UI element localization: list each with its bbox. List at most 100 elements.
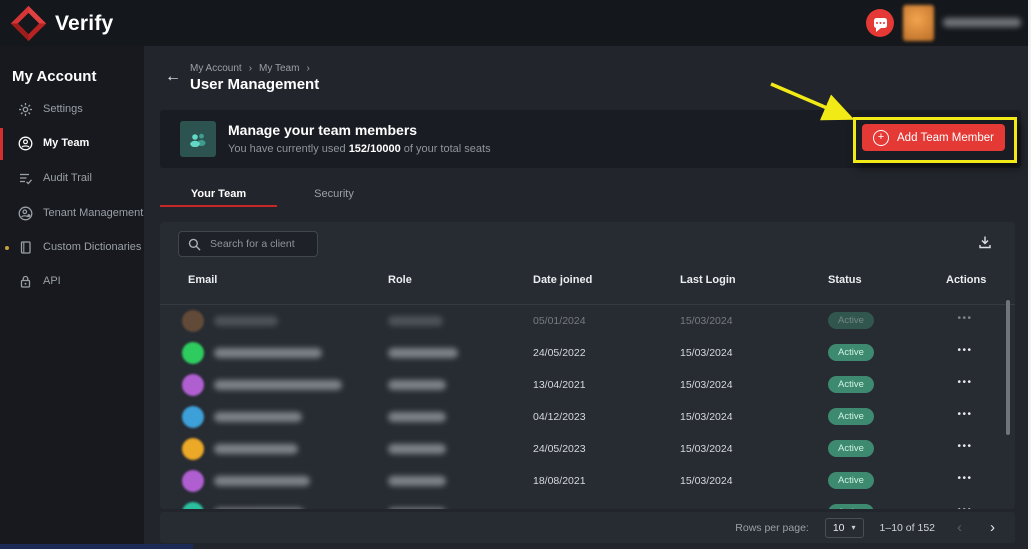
table-row[interactable]: 05/01/2024 15/03/2024 Active ••• [160, 305, 1015, 337]
previous-page-icon[interactable]: ‹ [951, 520, 968, 535]
role-redacted [388, 412, 446, 422]
table-row[interactable]: 18/08/2021 15/03/2024 Active ••• [160, 465, 1015, 497]
tab-security[interactable]: Security [277, 188, 391, 206]
taskbar-strip [0, 544, 193, 549]
chat-support-button[interactable] [866, 9, 894, 37]
col-date-joined[interactable]: Date joined [533, 274, 592, 286]
search-box[interactable] [178, 231, 318, 257]
tenant-icon [18, 206, 33, 221]
brand-name: Verify [55, 12, 113, 36]
table-row[interactable]: 13/04/2021 15/03/2024 Active ••• [160, 369, 1015, 401]
table-row[interactable]: Active ••• [160, 497, 1015, 509]
role-redacted [388, 508, 446, 509]
seats-count: 152/10000 [349, 143, 401, 155]
verify-logo[interactable]: Verify [16, 11, 113, 36]
verify-diamond-icon [11, 6, 46, 41]
avatar [182, 406, 204, 428]
team-icon [18, 136, 33, 151]
table-row[interactable]: 24/05/2022 15/03/2024 Active ••• [160, 337, 1015, 369]
more-actions-icon[interactable]: ••• [950, 473, 980, 484]
user-avatar[interactable] [903, 5, 934, 41]
last-login-cell: 15/03/2024 [680, 475, 733, 487]
seats-usage-text: You have currently used 152/10000 of you… [228, 143, 491, 155]
sidebar-item-label: API [43, 275, 61, 287]
gear-icon [18, 102, 33, 117]
rows-per-page-select[interactable]: 10 ▾ [825, 518, 864, 538]
breadcrumb: My Account › My Team › [190, 63, 310, 74]
avatar [182, 374, 204, 396]
status-badge: Active [828, 408, 874, 425]
status-badge: Active [828, 472, 874, 489]
status-badge: Active [828, 344, 874, 361]
add-team-member-label: Add Team Member [897, 132, 994, 144]
table-row[interactable]: 04/12/2023 15/03/2024 Active ••• [160, 401, 1015, 433]
sidebar-item-api[interactable]: API [0, 266, 144, 296]
sidebar-item-label: Tenant Management [43, 207, 143, 219]
top-bar: Verify [0, 0, 1031, 46]
sidebar-item-settings[interactable]: Settings [0, 94, 144, 124]
sidebar-item-audit-trail[interactable]: Audit Trail [0, 163, 144, 193]
breadcrumb-my-account[interactable]: My Account [190, 63, 242, 74]
back-arrow-icon[interactable]: ← [165, 68, 181, 86]
tab-your-team[interactable]: Your Team [160, 188, 277, 206]
role-redacted [388, 476, 446, 486]
last-login-cell: 15/03/2024 [680, 411, 733, 423]
status-badge: Active [828, 312, 874, 329]
col-role[interactable]: Role [388, 274, 412, 286]
chevron-right-icon: › [306, 63, 309, 74]
col-last-login[interactable]: Last Login [680, 274, 736, 286]
status-badge: Active [828, 504, 874, 509]
sidebar-item-label: Settings [43, 103, 83, 115]
more-actions-icon[interactable]: ••• [950, 313, 980, 324]
email-redacted [214, 412, 302, 422]
chat-bubble-icon [874, 18, 887, 28]
more-actions-icon[interactable]: ••• [950, 505, 980, 509]
email-redacted [214, 444, 298, 454]
sidebar: My Account Settings My Team [0, 46, 144, 549]
sidebar-item-tenant-management[interactable]: Tenant Management [0, 198, 144, 228]
pagination-range: 1–10 of 152 [880, 522, 935, 534]
sidebar-item-custom-dictionaries[interactable]: Custom Dictionaries [0, 232, 144, 262]
table-row[interactable]: 24/05/2023 15/03/2024 Active ••• [160, 433, 1015, 465]
date-joined-cell: 24/05/2023 [533, 443, 586, 455]
more-actions-icon[interactable]: ••• [950, 409, 980, 420]
role-redacted [388, 444, 446, 454]
app-window: Verify My Account Settings [0, 0, 1031, 549]
col-email[interactable]: Email [188, 274, 217, 286]
last-login-cell: 15/03/2024 [680, 443, 733, 455]
download-icon[interactable] [978, 235, 992, 254]
sidebar-item-label: Audit Trail [43, 172, 92, 184]
more-actions-icon[interactable]: ••• [950, 377, 980, 388]
status-badge: Active [828, 376, 874, 393]
status-badge: Active [828, 440, 874, 457]
date-joined-cell: 24/05/2022 [533, 347, 586, 359]
lock-icon [18, 274, 33, 289]
audit-list-icon [18, 171, 33, 186]
search-input[interactable] [208, 237, 312, 251]
sidebar-item-label: Custom Dictionaries [43, 241, 141, 253]
col-actions: Actions [946, 274, 986, 286]
dropdown-arrow-icon: ▾ [852, 523, 856, 532]
page-title: User Management [190, 76, 319, 93]
col-status[interactable]: Status [828, 274, 862, 286]
more-actions-icon[interactable]: ••• [950, 345, 980, 356]
plus-circle-icon: + [873, 130, 889, 146]
dictionary-icon [18, 240, 33, 255]
table-body: 05/01/2024 15/03/2024 Active ••• 24/05/2… [160, 304, 1015, 509]
avatar [182, 342, 204, 364]
date-joined-cell: 13/04/2021 [533, 379, 586, 391]
active-tab-underline [160, 205, 277, 207]
email-redacted [214, 476, 310, 486]
sidebar-title: My Account [12, 68, 96, 85]
add-team-member-button[interactable]: + Add Team Member [862, 124, 1005, 151]
avatar [182, 470, 204, 492]
sidebar-item-my-team[interactable]: My Team [0, 128, 144, 158]
next-page-icon[interactable]: › [984, 520, 1001, 535]
table-scrollbar[interactable] [1006, 300, 1010, 435]
breadcrumb-my-team[interactable]: My Team [259, 63, 299, 74]
last-login-cell: 15/03/2024 [680, 315, 733, 327]
table-footer: Rows per page: 10 ▾ 1–10 of 152 ‹ › [160, 512, 1015, 543]
user-email-redacted [943, 18, 1021, 27]
more-actions-icon[interactable]: ••• [950, 441, 980, 452]
avatar [182, 502, 204, 509]
